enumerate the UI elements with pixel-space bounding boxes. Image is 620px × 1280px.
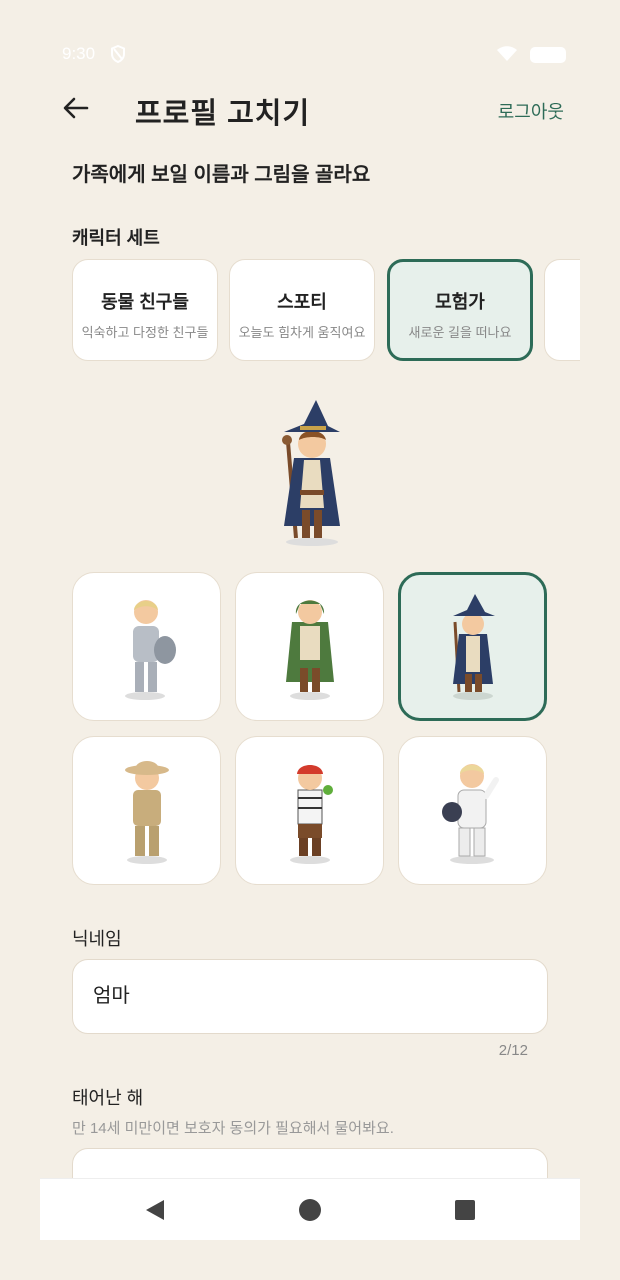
- battery-icon: [530, 47, 566, 63]
- arrow-left-icon: [63, 97, 89, 119]
- set-card-animal-friends[interactable]: 동물 친구들 익숙하고 다정한 친구들: [72, 259, 218, 361]
- knight-icon: [124, 599, 176, 700]
- set-card-name: 모험가: [435, 292, 485, 312]
- character-archer[interactable]: [235, 572, 384, 721]
- selected-character-preview: [270, 398, 354, 548]
- set-card-desc: 오늘도 힘차게 움직여요: [238, 325, 366, 340]
- nickname-input[interactable]: [93, 982, 513, 1005]
- astronaut-icon: [441, 763, 499, 864]
- nickname-counter: 2/12: [498, 1042, 528, 1059]
- character-set-label: 캐릭터 세트: [72, 228, 160, 248]
- bottom-spacer: [40, 1240, 580, 1280]
- back-button[interactable]: [60, 92, 92, 124]
- character-explorer[interactable]: [72, 736, 221, 885]
- home-circle-icon[interactable]: [297, 1197, 323, 1223]
- back-triangle-icon[interactable]: [142, 1197, 168, 1223]
- app-header: 프로필 고치기 로그아웃: [40, 80, 580, 140]
- logout-button[interactable]: 로그아웃: [498, 98, 564, 124]
- system-navigation-bar: [40, 1178, 580, 1240]
- set-card-name: 스포티: [277, 292, 327, 312]
- set-card-next-partial[interactable]: [544, 259, 580, 361]
- character-knight[interactable]: [72, 572, 221, 721]
- set-card-name: 동물 친구들: [101, 292, 189, 312]
- status-time: 9:30: [62, 44, 96, 63]
- nickname-field-box: [72, 959, 548, 1034]
- birth-year-label: 태어난 해: [72, 1088, 144, 1108]
- explorer-icon: [124, 760, 169, 864]
- recents-square-icon[interactable]: [452, 1197, 478, 1223]
- birth-year-hint: 만 14세 미만이면 보호자 동의가 필요해서 물어봐요.: [72, 1120, 394, 1137]
- character-set-carousel[interactable]: 동물 친구들 익숙하고 다정한 친구들 스포티 오늘도 힘차게 움직여요 모험가…: [72, 259, 580, 362]
- nickname-label: 닉네임: [72, 929, 122, 949]
- status-bar: 9:30: [40, 40, 580, 70]
- wizard-icon: [452, 593, 495, 700]
- page-title: 프로필 고치기: [135, 98, 311, 130]
- shield-icon: [110, 44, 126, 68]
- app-screen: 9:30 프로필 고치기 로그아웃 가족에게 보일 이름과 그림을 골라요 캐릭…: [40, 0, 580, 1280]
- character-astronaut[interactable]: [398, 736, 547, 885]
- character-wizard[interactable]: [398, 572, 547, 721]
- page-subtitle: 가족에게 보일 이름과 그림을 골라요: [72, 164, 371, 186]
- archer-icon: [285, 599, 334, 700]
- pirate-icon: [289, 764, 333, 864]
- set-card-desc: 익숙하고 다정한 친구들: [81, 325, 209, 340]
- set-card-sporty[interactable]: 스포티 오늘도 힘차게 움직여요: [229, 259, 375, 361]
- character-pirate[interactable]: [235, 736, 384, 885]
- set-card-desc: 새로운 길을 떠나요: [408, 325, 512, 340]
- wifi-icon: [496, 46, 518, 67]
- set-card-adventurer[interactable]: 모험가 새로운 길을 떠나요: [387, 259, 533, 361]
